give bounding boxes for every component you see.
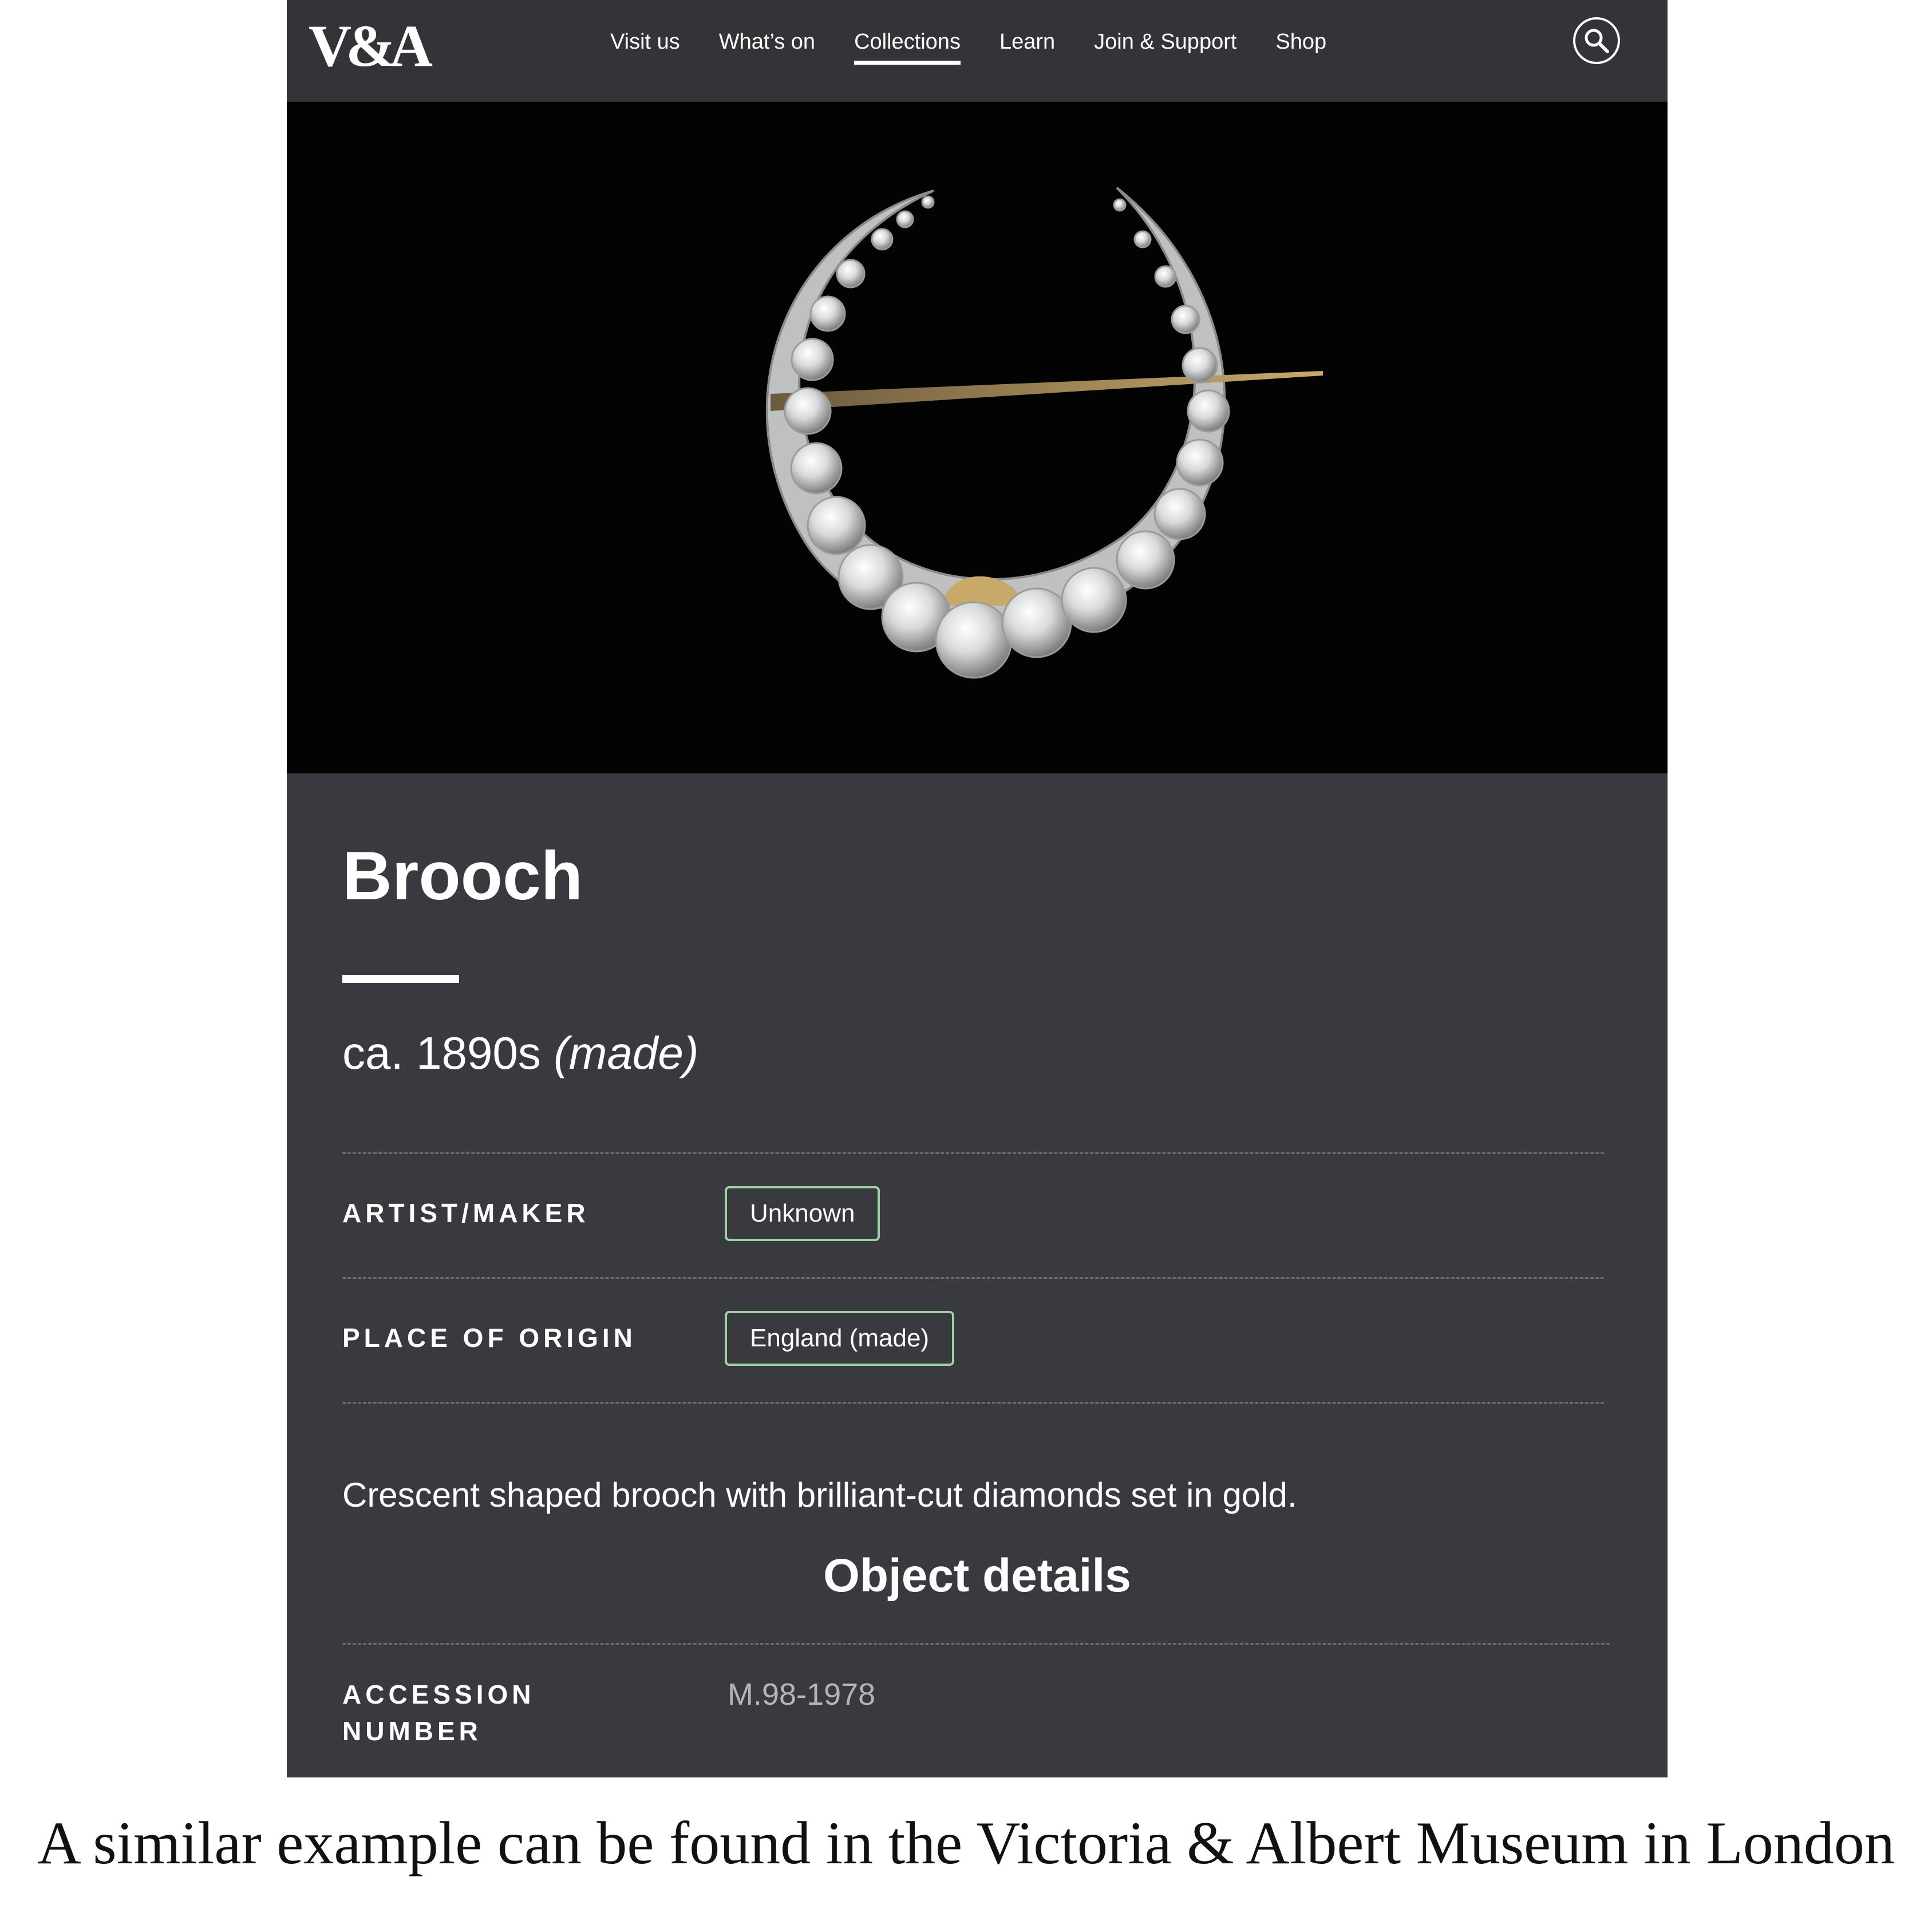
diamond-stone — [1176, 438, 1224, 487]
field-label-origin: PLACE OF ORIGIN — [342, 1323, 637, 1353]
field-label-accession: ACCESSION NUMBER — [342, 1676, 535, 1749]
image-caption: A similar example can be found in the Vi… — [37, 1809, 1895, 1876]
diamond-stone — [836, 259, 866, 289]
date-value: ca. 1890s — [342, 1028, 541, 1078]
diamond-stone — [896, 210, 914, 228]
divider — [342, 1643, 1610, 1645]
main-menu: Visit us What’s on Collections Learn Joi… — [610, 0, 1365, 101]
accession-label-line2: NUMBER — [342, 1716, 482, 1746]
object-title: Brooch — [342, 837, 583, 914]
field-label-artist: ARTIST/MAKER — [342, 1198, 590, 1228]
diamond-stone — [935, 601, 1013, 679]
diamond-stone — [1001, 587, 1072, 658]
diamond-stone — [791, 338, 834, 381]
nav-item-learn[interactable]: Learn — [999, 0, 1055, 101]
nav-item-visit-us[interactable]: Visit us — [610, 0, 680, 101]
nav-item-join-support[interactable]: Join & Support — [1094, 0, 1236, 101]
diamond-stone — [1182, 347, 1218, 384]
diamond-stone — [1187, 389, 1230, 433]
diamond-stone — [1154, 265, 1177, 288]
diamond-stone — [807, 496, 866, 555]
nav-item-collections[interactable]: Collections — [854, 0, 961, 101]
page-panel: V&A Visit us What’s on Collections Learn… — [287, 0, 1668, 1777]
diamond-stone — [1061, 567, 1127, 633]
diamond-stone — [1171, 305, 1200, 334]
accession-number: M.98-1978 — [728, 1677, 876, 1712]
object-description: Crescent shaped brooch with brilliant-cu… — [342, 1476, 1297, 1514]
diamond-stone — [921, 195, 935, 209]
object-date: ca. 1890s (made) — [342, 1025, 699, 1082]
divider — [342, 1402, 1604, 1404]
search-button[interactable] — [1573, 17, 1620, 64]
diamond-stone — [1153, 488, 1206, 540]
date-note: (made) — [554, 1028, 699, 1078]
diamond-stone — [1116, 530, 1175, 590]
top-navigation: V&A Visit us What’s on Collections Learn… — [287, 0, 1668, 102]
diamond-stone — [809, 295, 846, 332]
accession-label-line1: ACCESSION — [342, 1680, 535, 1709]
diamond-stone — [871, 228, 894, 251]
diamond-stone — [1113, 198, 1127, 212]
artist-tag[interactable]: Unknown — [725, 1186, 880, 1241]
object-details-heading: Object details — [823, 1550, 1131, 1602]
origin-tag[interactable]: England (made) — [725, 1311, 955, 1366]
nav-item-shop[interactable]: Shop — [1275, 0, 1326, 101]
brooch-photo — [287, 102, 1668, 773]
title-divider — [342, 975, 459, 983]
diamond-stone — [1133, 230, 1152, 248]
search-icon — [1585, 29, 1609, 53]
divider — [342, 1152, 1604, 1154]
object-image — [287, 102, 1668, 773]
diamond-stone — [784, 387, 832, 435]
divider — [342, 1277, 1604, 1279]
va-logo[interactable]: V&A — [309, 15, 433, 78]
nav-item-whats-on[interactable]: What’s on — [719, 0, 815, 101]
diamond-stone — [790, 442, 843, 495]
